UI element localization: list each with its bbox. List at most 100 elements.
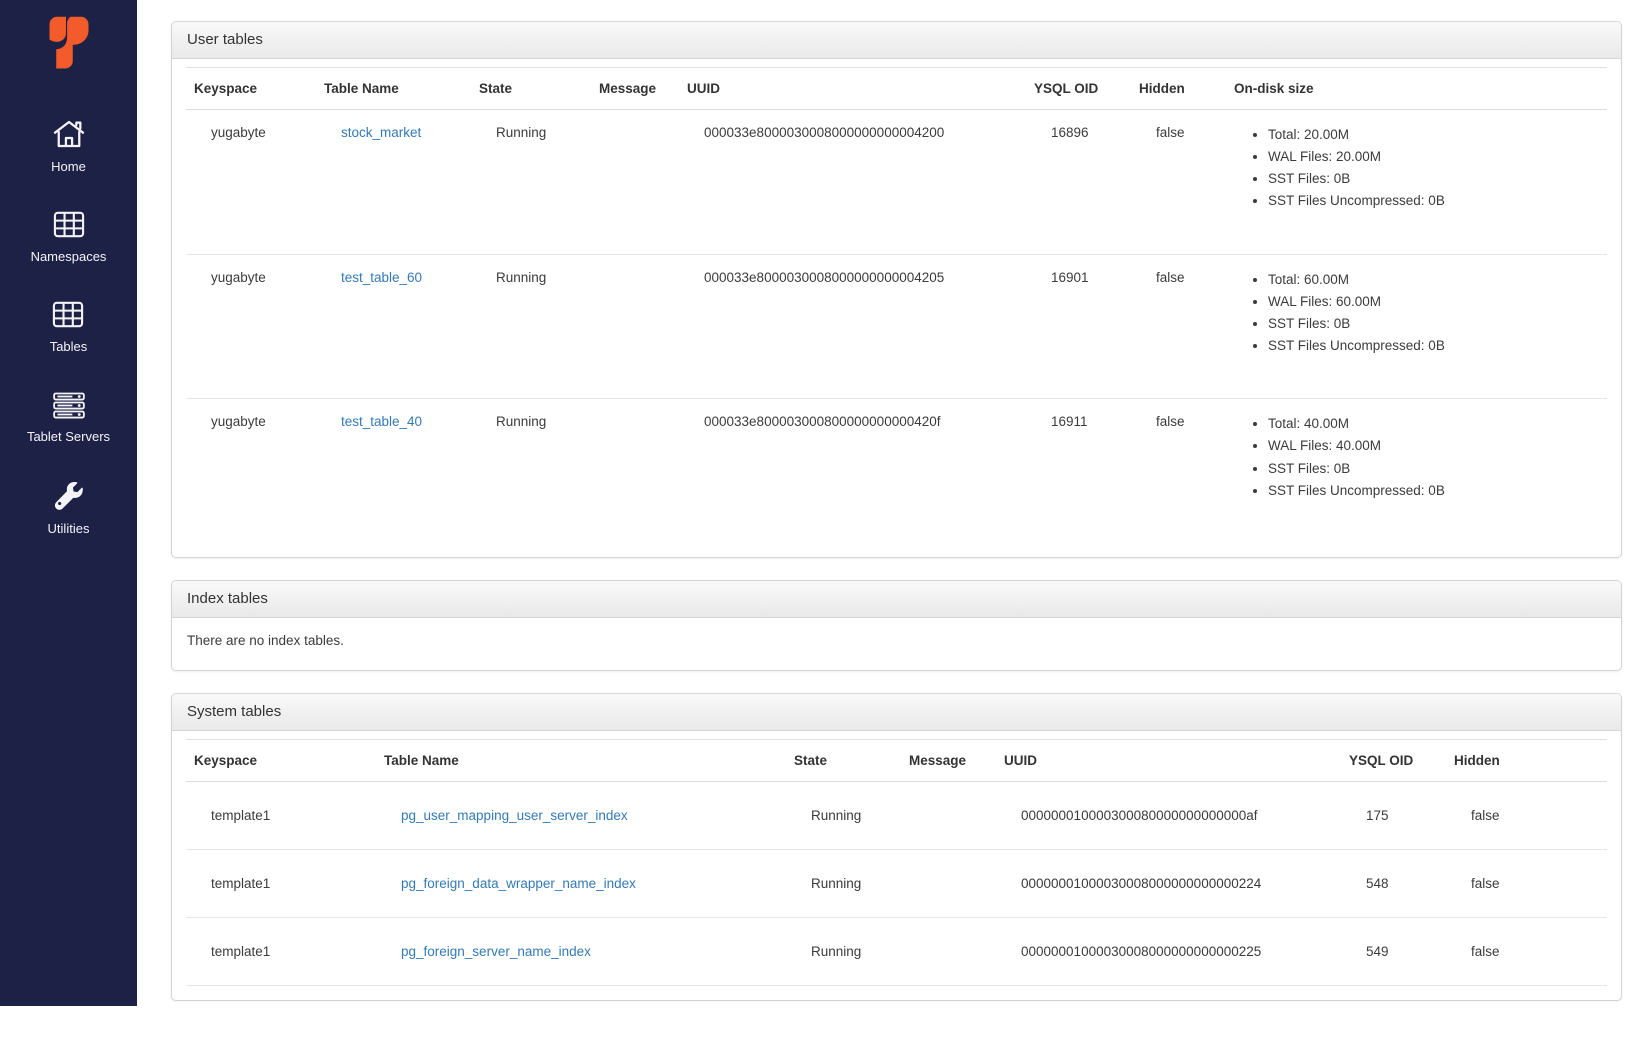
table-name-link[interactable]: stock_market xyxy=(341,125,421,140)
table-name-cell: pg_foreign_data_wrapper_name_index xyxy=(376,849,786,917)
column-header-uuid: UUID xyxy=(996,739,1341,781)
message-cell xyxy=(591,399,679,543)
sidebar-item-utilities[interactable]: Utilities xyxy=(48,482,90,537)
user-tables-header-row: Keyspace Table Name State Message UUID Y… xyxy=(186,68,1607,110)
on-disk-size-item: Total: 40.00M xyxy=(1268,414,1599,433)
sidebar-item-label: Tablet Servers xyxy=(27,429,110,445)
table-grid-icon xyxy=(52,301,84,332)
column-header-hidden: Hidden xyxy=(1131,68,1226,110)
column-header-uuid: UUID xyxy=(679,68,1026,110)
user-tables-table: Keyspace Table Name State Message UUID Y… xyxy=(186,67,1607,543)
sidebar-item-home[interactable]: Home xyxy=(51,120,86,174)
state-cell: Running xyxy=(471,254,591,399)
column-header-table-name: Table Name xyxy=(316,68,471,110)
panel-system-tables: System tables Keyspace Table Name State … xyxy=(171,693,1622,1001)
table-row: yugabyte test_table_60 Running 000033e80… xyxy=(186,254,1607,399)
on-disk-size-item: SST Files Uncompressed: 0B xyxy=(1268,336,1599,355)
panel-title-index-tables: Index tables xyxy=(172,581,1621,618)
table-row: yugabyte stock_market Running 000033e800… xyxy=(186,110,1607,255)
column-header-state: State xyxy=(786,739,901,781)
table-name-cell: stock_market xyxy=(316,110,471,255)
message-cell xyxy=(591,254,679,399)
hidden-cell: false xyxy=(1131,254,1226,399)
system-tables-header-row: Keyspace Table Name State Message UUID Y… xyxy=(186,739,1607,781)
panel-user-tables: User tables Keyspace Table Name State Me… xyxy=(171,21,1622,558)
table-row: template1 pg_foreign_server_name_index R… xyxy=(186,917,1607,985)
keyspace-cell: yugabyte xyxy=(186,110,316,255)
message-cell xyxy=(901,781,996,849)
table-name-link[interactable]: pg_user_mapping_user_server_index xyxy=(401,808,628,823)
table-name-cell: test_table_60 xyxy=(316,254,471,399)
uuid-cell: 000000010000300080000000000000af xyxy=(996,781,1341,849)
on-disk-size-item: WAL Files: 60.00M xyxy=(1268,292,1599,311)
ysql-oid-cell: 549 xyxy=(1341,917,1446,985)
sidebar-item-label: Utilities xyxy=(48,521,90,537)
ysql-oid-cell: 175 xyxy=(1341,781,1446,849)
keyspace-cell: template1 xyxy=(186,781,376,849)
user-tables-body: Keyspace Table Name State Message UUID Y… xyxy=(172,59,1621,557)
message-cell xyxy=(901,849,996,917)
main-content: User tables Keyspace Table Name State Me… xyxy=(137,0,1635,1053)
table-row: yugabyte test_table_40 Running 000033e80… xyxy=(186,399,1607,543)
sidebar-item-tables[interactable]: Tables xyxy=(50,301,88,354)
table-name-link[interactable]: test_table_40 xyxy=(341,414,422,429)
keyspace-cell: yugabyte xyxy=(186,254,316,399)
table-grid-icon xyxy=(53,211,85,242)
keyspace-cell: template1 xyxy=(186,917,376,985)
state-cell: Running xyxy=(786,781,901,849)
column-header-on-disk-size: On-disk size xyxy=(1226,68,1607,110)
sidebar-item-tablet-servers[interactable]: Tablet Servers xyxy=(27,392,110,445)
table-row: template1 pg_user_mapping_user_server_in… xyxy=(186,781,1607,849)
panel-title-user-tables: User tables xyxy=(172,22,1621,59)
uuid-cell: 000033e8000030008000000000004200 xyxy=(679,110,1026,255)
sidebar-item-label: Home xyxy=(51,159,86,175)
table-name-cell: test_table_40 xyxy=(316,399,471,543)
on-disk-size-item: SST Files: 0B xyxy=(1268,459,1599,478)
on-disk-size-cell: Total: 40.00M WAL Files: 40.00M SST File… xyxy=(1226,399,1607,543)
table-name-link[interactable]: test_table_60 xyxy=(341,270,422,285)
state-cell: Running xyxy=(786,917,901,985)
on-disk-size-item: Total: 20.00M xyxy=(1268,125,1599,144)
system-tables-body: Keyspace Table Name State Message UUID Y… xyxy=(172,731,1621,1000)
on-disk-size-item: SST Files Uncompressed: 0B xyxy=(1268,481,1599,500)
ysql-oid-cell: 16901 xyxy=(1026,254,1131,399)
yugabyte-logo[interactable] xyxy=(45,13,93,78)
column-header-hidden: Hidden xyxy=(1446,739,1607,781)
column-header-state: State xyxy=(471,68,591,110)
hidden-cell: false xyxy=(1446,849,1607,917)
uuid-cell: 00000001000030008000000000000224 xyxy=(996,849,1341,917)
keyspace-cell: yugabyte xyxy=(186,399,316,543)
column-header-message: Message xyxy=(901,739,996,781)
home-icon xyxy=(53,120,85,152)
column-header-ysql-oid: YSQL OID xyxy=(1341,739,1446,781)
on-disk-size-item: Total: 60.00M xyxy=(1268,270,1599,289)
table-name-cell: pg_foreign_server_name_index xyxy=(376,917,786,985)
ysql-oid-cell: 548 xyxy=(1341,849,1446,917)
uuid-cell: 00000001000030008000000000000225 xyxy=(996,917,1341,985)
table-name-link[interactable]: pg_foreign_data_wrapper_name_index xyxy=(401,876,636,891)
hidden-cell: false xyxy=(1446,917,1607,985)
uuid-cell: 000033e800003000800000000000420f xyxy=(679,399,1026,543)
system-tables-table: Keyspace Table Name State Message UUID Y… xyxy=(186,739,1607,986)
state-cell: Running xyxy=(471,399,591,543)
column-header-keyspace: Keyspace xyxy=(186,739,376,781)
state-cell: Running xyxy=(471,110,591,255)
hidden-cell: false xyxy=(1446,781,1607,849)
table-name-link[interactable]: pg_foreign_server_name_index xyxy=(401,944,591,959)
panel-index-tables: Index tables There are no index tables. xyxy=(171,580,1622,671)
on-disk-size-item: SST Files Uncompressed: 0B xyxy=(1268,191,1599,210)
ysql-oid-cell: 16896 xyxy=(1026,110,1131,255)
server-stack-icon xyxy=(52,392,86,423)
sidebar-item-label: Tables xyxy=(50,339,88,355)
column-header-keyspace: Keyspace xyxy=(186,68,316,110)
on-disk-size-item: SST Files: 0B xyxy=(1268,169,1599,188)
on-disk-size-list: Total: 60.00M WAL Files: 60.00M SST File… xyxy=(1251,270,1599,356)
hidden-cell: false xyxy=(1131,399,1226,543)
sidebar-item-label: Namespaces xyxy=(31,249,107,265)
sidebar-item-namespaces[interactable]: Namespaces xyxy=(31,211,107,264)
message-cell xyxy=(901,917,996,985)
on-disk-size-cell: Total: 60.00M WAL Files: 60.00M SST File… xyxy=(1226,254,1607,399)
on-disk-size-item: WAL Files: 40.00M xyxy=(1268,436,1599,455)
on-disk-size-list: Total: 40.00M WAL Files: 40.00M SST File… xyxy=(1251,414,1599,500)
sidebar: Home Namespaces Tables xyxy=(0,0,137,1006)
